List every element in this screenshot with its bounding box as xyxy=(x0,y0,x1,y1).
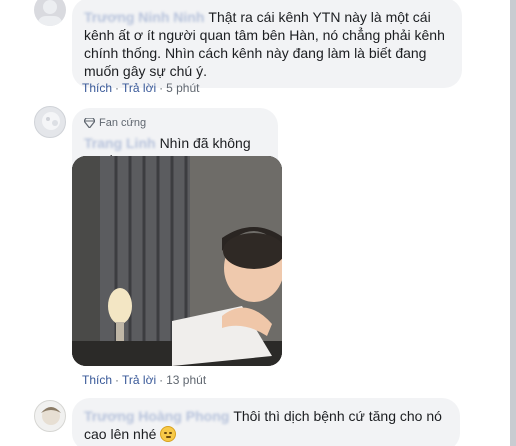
avatar[interactable] xyxy=(34,400,66,432)
photo-image xyxy=(72,156,282,366)
separator: · xyxy=(159,81,164,95)
comment-actions: Thích · Trả lời · 5 phút xyxy=(82,81,199,95)
separator: · xyxy=(159,373,164,387)
like-link[interactable]: Thích xyxy=(82,81,112,95)
avatar-photo-icon xyxy=(38,0,62,26)
author-name[interactable]: Trang Linh xyxy=(84,135,156,151)
avatar-photo-icon xyxy=(41,407,61,425)
comment-actions: Thích · Trả lời · 13 phút xyxy=(82,373,206,387)
comment-bubble: Trương Ninh Ninh Thật ra cái kênh YTN này… xyxy=(72,0,462,88)
like-link[interactable]: Thích xyxy=(82,373,112,387)
gem-icon xyxy=(84,118,95,128)
avatar[interactable] xyxy=(34,0,66,26)
fan-badge: Fan cứng xyxy=(84,114,266,132)
comment-bubble: Trương Hoàng Phong Thôi thì dịch bệnh cứ … xyxy=(72,398,460,446)
author-name[interactable]: Trương Ninh Ninh xyxy=(84,9,204,25)
scrollbar-track[interactable] xyxy=(510,0,516,446)
comment-photo[interactable] xyxy=(72,156,282,366)
timestamp[interactable]: 5 phút xyxy=(166,81,199,95)
reply-link[interactable]: Trả lời xyxy=(122,373,156,387)
reply-link[interactable]: Trả lời xyxy=(122,81,156,95)
separator: · xyxy=(115,81,120,95)
smirk-emoji-icon xyxy=(160,426,177,442)
author-name[interactable]: Trương Hoàng Phong xyxy=(84,408,229,424)
timestamp[interactable]: 13 phút xyxy=(166,373,206,387)
badge-label: Fan cứng xyxy=(99,117,147,129)
avatar-photo-icon xyxy=(42,112,60,130)
avatar[interactable] xyxy=(34,106,66,138)
separator: · xyxy=(115,373,120,387)
